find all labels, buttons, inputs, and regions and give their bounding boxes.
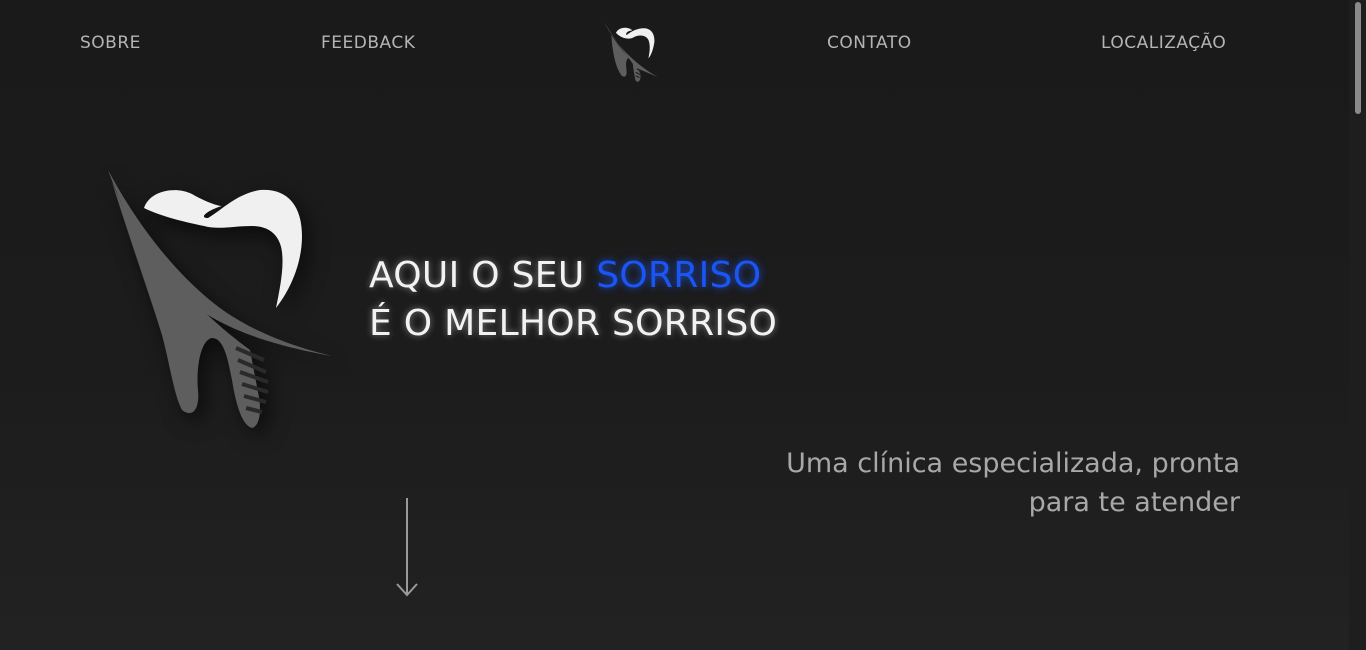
scrollbar-thumb[interactable] <box>1355 2 1361 114</box>
scrollbar[interactable] <box>1349 0 1366 650</box>
nav-link-localizacao[interactable]: LOCALIZAÇÃO <box>1101 33 1226 53</box>
nav-link-sobre[interactable]: SOBRE <box>80 33 141 53</box>
headline-line-1: AQUI O SEU SORRISO <box>369 252 777 300</box>
subtitle-line-2: para te atender <box>1028 487 1240 518</box>
tooth-implant-logo-icon <box>108 170 332 428</box>
headline-prefix: AQUI O SEU <box>369 255 597 296</box>
nav-link-contato[interactable]: CONTATO <box>827 33 912 53</box>
hero-headline: AQUI O SEU SORRISO É O MELHOR SORRISO <box>369 252 777 348</box>
arrow-down-icon[interactable] <box>395 496 419 600</box>
page: SOBRE FEEDBACK CONTATO LOCALIZAÇÃO AQUI … <box>0 0 1366 650</box>
subtitle-line-1: Uma clínica especializada, pronta <box>786 448 1240 479</box>
headline-line-2: É O MELHOR SORRISO <box>369 303 778 344</box>
hero-subtitle: Uma clínica especializada, pronta para t… <box>640 444 1240 522</box>
headline-accent-word: SORRISO <box>596 255 762 296</box>
nav-link-feedback[interactable]: FEEDBACK <box>321 33 415 53</box>
tooth-implant-logo-icon[interactable] <box>602 20 660 84</box>
